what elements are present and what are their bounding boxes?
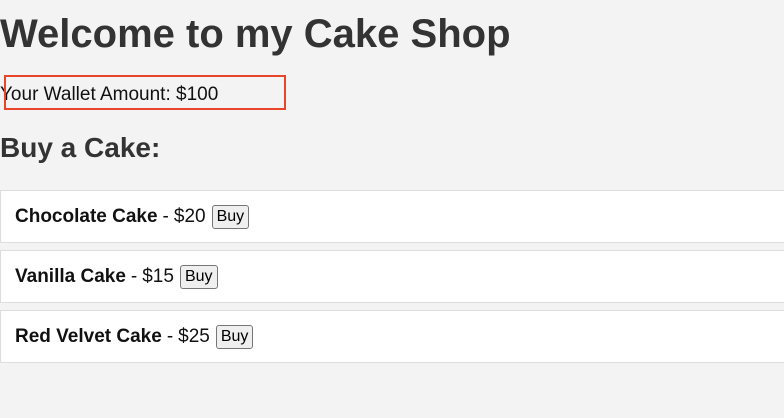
wallet-amount: Your Wallet Amount: $100 (0, 84, 219, 105)
cake-price: $20 (173, 205, 206, 227)
cake-list: Chocolate Cake - $20 Buy Vanilla Cake - … (0, 190, 784, 370)
cake-separator: - (162, 205, 169, 227)
cake-separator: - (130, 265, 138, 287)
cake-price: $15 (142, 265, 174, 287)
cake-item-vanilla: Vanilla Cake - $15 Buy (0, 250, 784, 303)
cake-price: $25 (178, 325, 210, 347)
section-title: Buy a Cake: (0, 132, 161, 163)
cake-name: Vanilla Cake (15, 265, 126, 287)
cake-item-chocolate: Chocolate Cake - $20 Buy (0, 190, 784, 243)
cake-item-red-velvet: Red Velvet Cake - $25 Buy (0, 310, 784, 363)
page-title: Welcome to my Cake Shop (0, 12, 511, 56)
buy-vanilla-button[interactable]: Buy (179, 264, 218, 289)
buy-red-velvet-button[interactable]: Buy (215, 324, 254, 349)
buy-chocolate-button[interactable]: Buy (211, 204, 250, 229)
cake-name: Red Velvet Cake (15, 325, 162, 347)
cake-name: Chocolate Cake (15, 205, 158, 227)
cake-separator: - (166, 325, 174, 347)
